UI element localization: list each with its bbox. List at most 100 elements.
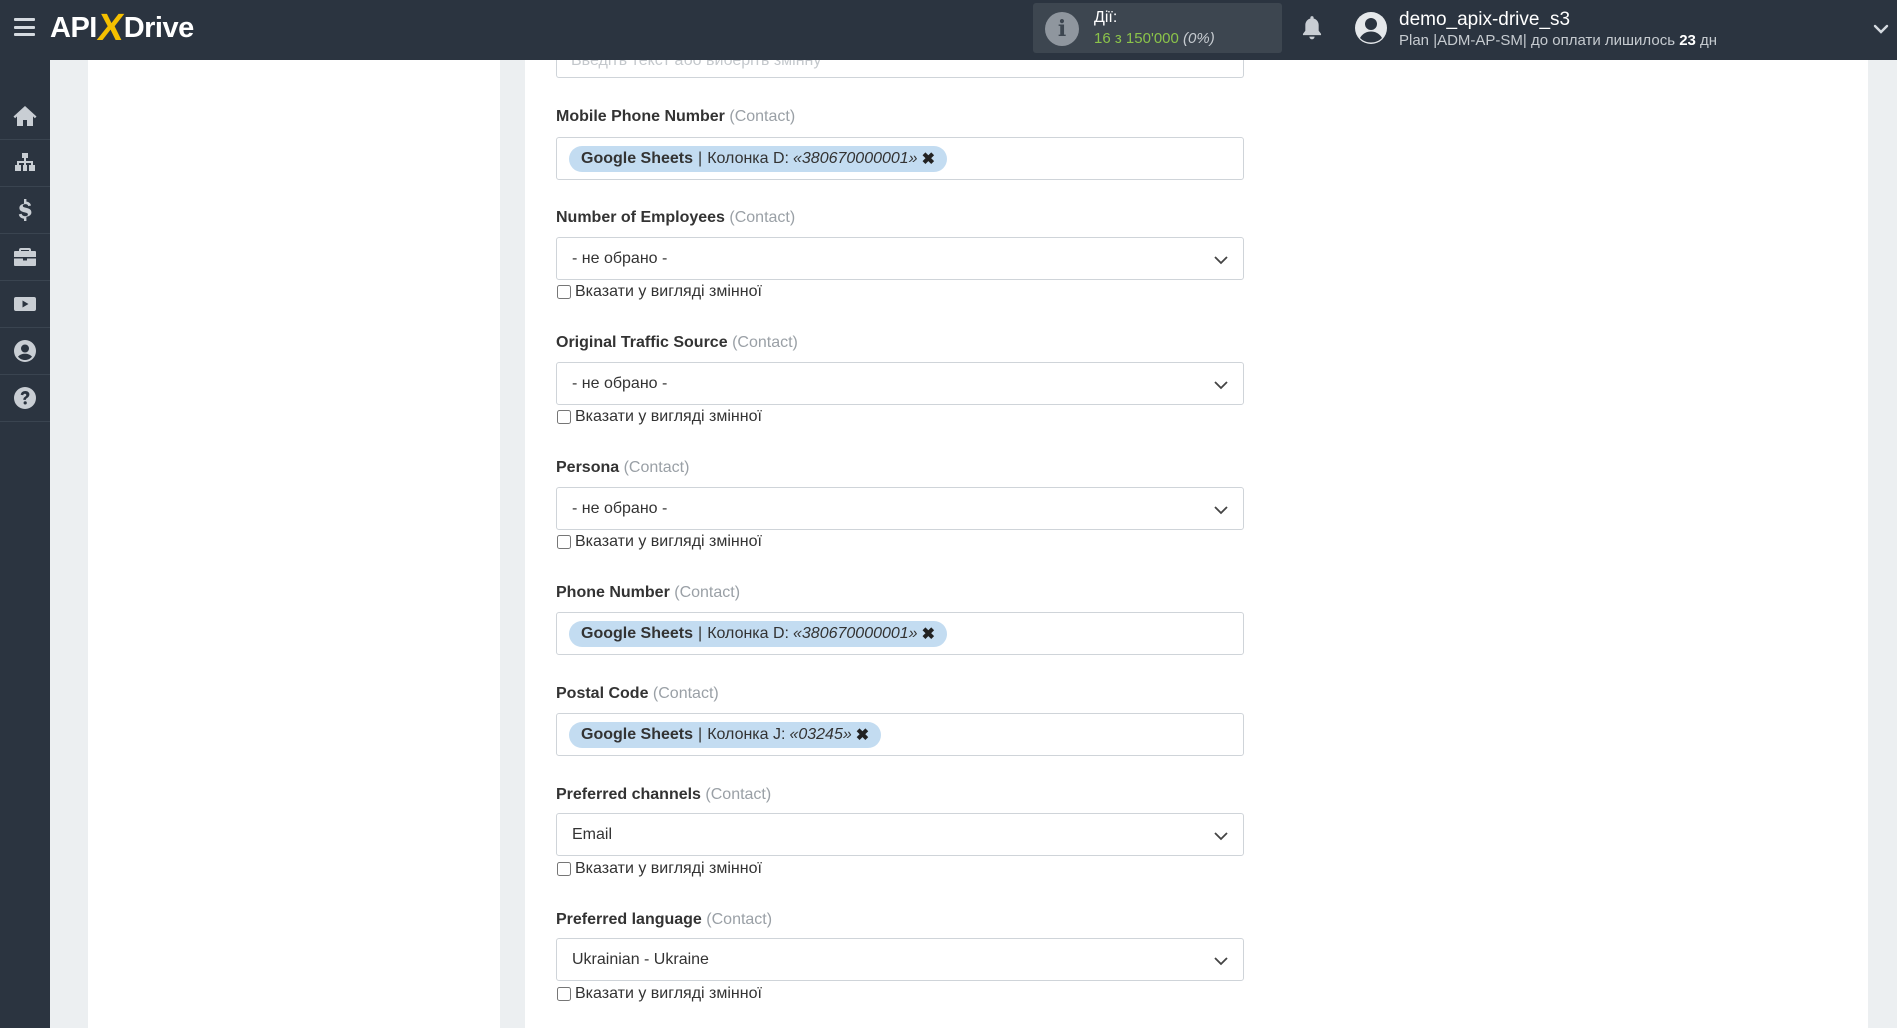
checkbox[interactable] bbox=[557, 535, 571, 549]
plan-text: Plan |ADM-AP-SM| до оплати лишилось bbox=[1399, 32, 1676, 49]
plan-days-unit: дн bbox=[1700, 32, 1718, 49]
actions-label: Дії: bbox=[1094, 9, 1118, 26]
select-value: - не обрано - bbox=[572, 250, 668, 267]
menu-icon[interactable] bbox=[14, 18, 35, 36]
as-variable-checkbox-traffic[interactable]: Вказати у вигляді змінної bbox=[557, 408, 762, 426]
tag-value: «380670000001» bbox=[793, 625, 918, 642]
logo-text-drive: Drive bbox=[123, 11, 195, 44]
sidebar bbox=[0, 60, 50, 1028]
user-circle-icon bbox=[14, 340, 36, 362]
username[interactable]: demo_apix-drive_s3 bbox=[1399, 9, 1570, 31]
actions-of: з bbox=[1114, 30, 1122, 47]
chevron-down-icon bbox=[1214, 381, 1228, 390]
actions-used: 16 bbox=[1094, 30, 1111, 47]
as-variable-checkbox-persona[interactable]: Вказати у вигляді змінної bbox=[557, 533, 762, 551]
variable-tag[interactable]: Google Sheets | Колонка J: «03245» ✖ bbox=[569, 722, 882, 748]
field-label-text: Postal Code bbox=[556, 685, 649, 702]
number-of-employees-select[interactable]: - не обрано - bbox=[556, 237, 1244, 280]
tag-source: Google Sheets bbox=[581, 150, 694, 167]
checkbox[interactable] bbox=[557, 285, 571, 299]
tag-value: «380670000001» bbox=[793, 150, 918, 167]
tag-column: Колонка D: bbox=[707, 150, 789, 167]
field-label-text: Phone Number bbox=[556, 584, 670, 601]
actions-percent: (0%) bbox=[1183, 30, 1215, 47]
variable-tag[interactable]: Google Sheets | Колонка D: «380670000001» ✖ bbox=[569, 621, 947, 647]
text-input-partial[interactable]: Введіть текст або виберіть змінну bbox=[556, 60, 1244, 78]
sidebar-item-video[interactable] bbox=[0, 281, 50, 328]
remove-tag-icon[interactable]: ✖ bbox=[922, 624, 935, 644]
field-label-context: (Contact) bbox=[652, 685, 719, 702]
remove-tag-icon[interactable]: ✖ bbox=[856, 725, 869, 745]
tag-column: Колонка J: bbox=[707, 726, 786, 743]
info-icon: i bbox=[1045, 12, 1079, 46]
chevron-down-icon[interactable] bbox=[1872, 20, 1890, 38]
select-value: - не обрано - bbox=[572, 375, 668, 392]
as-variable-checkbox-language[interactable]: Вказати у вигляді змінної bbox=[557, 985, 762, 1003]
field-label-context: (Contact) bbox=[706, 911, 773, 928]
field-label-text: Original Traffic Source bbox=[556, 334, 728, 351]
sidebar-item-services[interactable] bbox=[0, 234, 50, 281]
plan-days: 23 bbox=[1679, 32, 1696, 49]
remove-tag-icon[interactable]: ✖ bbox=[922, 149, 935, 169]
variable-tag[interactable]: Google Sheets | Колонка D: «380670000001» ✖ bbox=[569, 146, 947, 172]
chevron-down-icon bbox=[1214, 957, 1228, 966]
checkbox[interactable] bbox=[557, 410, 571, 424]
bell-icon[interactable] bbox=[1299, 14, 1325, 42]
phone-number-input[interactable]: Google Sheets | Колонка D: «380670000001» ✖ bbox=[556, 612, 1244, 655]
chevron-down-icon bbox=[1214, 256, 1228, 265]
sidebar-item-billing[interactable] bbox=[0, 187, 50, 234]
as-variable-checkbox-channels[interactable]: Вказати у вигляді змінної bbox=[557, 860, 762, 878]
as-variable-checkbox-employees[interactable]: Вказати у вигляді змінної bbox=[557, 283, 762, 301]
field-label-text: Number of Employees bbox=[556, 209, 725, 226]
checkbox-label: Вказати у вигляді змінної bbox=[575, 860, 762, 877]
youtube-icon bbox=[14, 297, 36, 311]
tag-value: «03245» bbox=[789, 726, 852, 743]
persona-select[interactable]: - не обрано - bbox=[556, 487, 1244, 530]
field-label-postal-code: Postal Code (Contact) bbox=[556, 685, 719, 703]
apix-drive-logo[interactable]: API X Drive bbox=[50, 6, 195, 49]
left-panel bbox=[88, 60, 500, 1028]
field-label-context: (Contact) bbox=[705, 786, 772, 803]
field-label-context: (Contact) bbox=[623, 459, 690, 476]
actions-value: 16 з 150'000 (0%) bbox=[1094, 30, 1215, 47]
actions-counter[interactable]: i Дії: 16 з 150'000 (0%) bbox=[1033, 3, 1282, 53]
select-value: Email bbox=[572, 826, 613, 843]
field-label-context: (Contact) bbox=[674, 584, 741, 601]
chevron-down-icon bbox=[1214, 832, 1228, 841]
checkbox-label: Вказати у вигляді змінної bbox=[575, 283, 762, 300]
preferred-language-select[interactable]: Ukrainian - Ukraine bbox=[556, 938, 1244, 981]
logo-text-api: API bbox=[50, 11, 97, 44]
checkbox-label: Вказати у вигляді змінної bbox=[575, 408, 762, 425]
field-label-text: Preferred language bbox=[556, 911, 702, 928]
field-label-persona: Persona (Contact) bbox=[556, 459, 689, 477]
logo-text-x: X bbox=[94, 6, 126, 49]
field-label-text: Preferred channels bbox=[556, 786, 701, 803]
postal-code-input[interactable]: Google Sheets | Колонка J: «03245» ✖ bbox=[556, 713, 1244, 756]
sidebar-item-profile[interactable] bbox=[0, 328, 50, 375]
field-label-context: (Contact) bbox=[732, 334, 798, 351]
field-label-text: Mobile Phone Number bbox=[556, 108, 725, 125]
traffic-source-select[interactable]: - не обрано - bbox=[556, 362, 1244, 405]
select-value: - не обрано - bbox=[572, 500, 668, 517]
checkbox-label: Вказати у вигляді змінної bbox=[575, 985, 762, 1002]
sitemap-icon bbox=[15, 153, 35, 171]
avatar[interactable] bbox=[1354, 11, 1388, 45]
field-label-context: (Contact) bbox=[729, 108, 796, 125]
sidebar-item-home[interactable] bbox=[0, 93, 50, 140]
plan-info: Plan |ADM-AP-SM| до оплати лишилось 23 д… bbox=[1399, 32, 1717, 49]
sidebar-item-help[interactable] bbox=[0, 375, 50, 422]
select-value: Ukrainian - Ukraine bbox=[572, 951, 709, 968]
top-bar: API X Drive i Дії: 16 з 150'000 (0%) demo_… bbox=[0, 0, 1897, 60]
mobile-phone-input[interactable]: Google Sheets | Колонка D: «380670000001» ✖ bbox=[556, 137, 1244, 180]
tag-source: Google Sheets bbox=[581, 625, 694, 642]
preferred-channels-select[interactable]: Email bbox=[556, 813, 1244, 856]
briefcase-icon bbox=[14, 248, 36, 266]
checkbox-label: Вказати у вигляді змінної bbox=[575, 533, 762, 550]
field-label-preferred-language: Preferred language (Contact) bbox=[556, 911, 772, 929]
checkbox[interactable] bbox=[557, 862, 571, 876]
home-icon bbox=[13, 106, 37, 126]
field-label-context: (Contact) bbox=[729, 209, 796, 226]
checkbox[interactable] bbox=[557, 987, 571, 1001]
sidebar-item-connections[interactable] bbox=[0, 140, 50, 187]
actions-total: 150'000 bbox=[1125, 30, 1179, 47]
